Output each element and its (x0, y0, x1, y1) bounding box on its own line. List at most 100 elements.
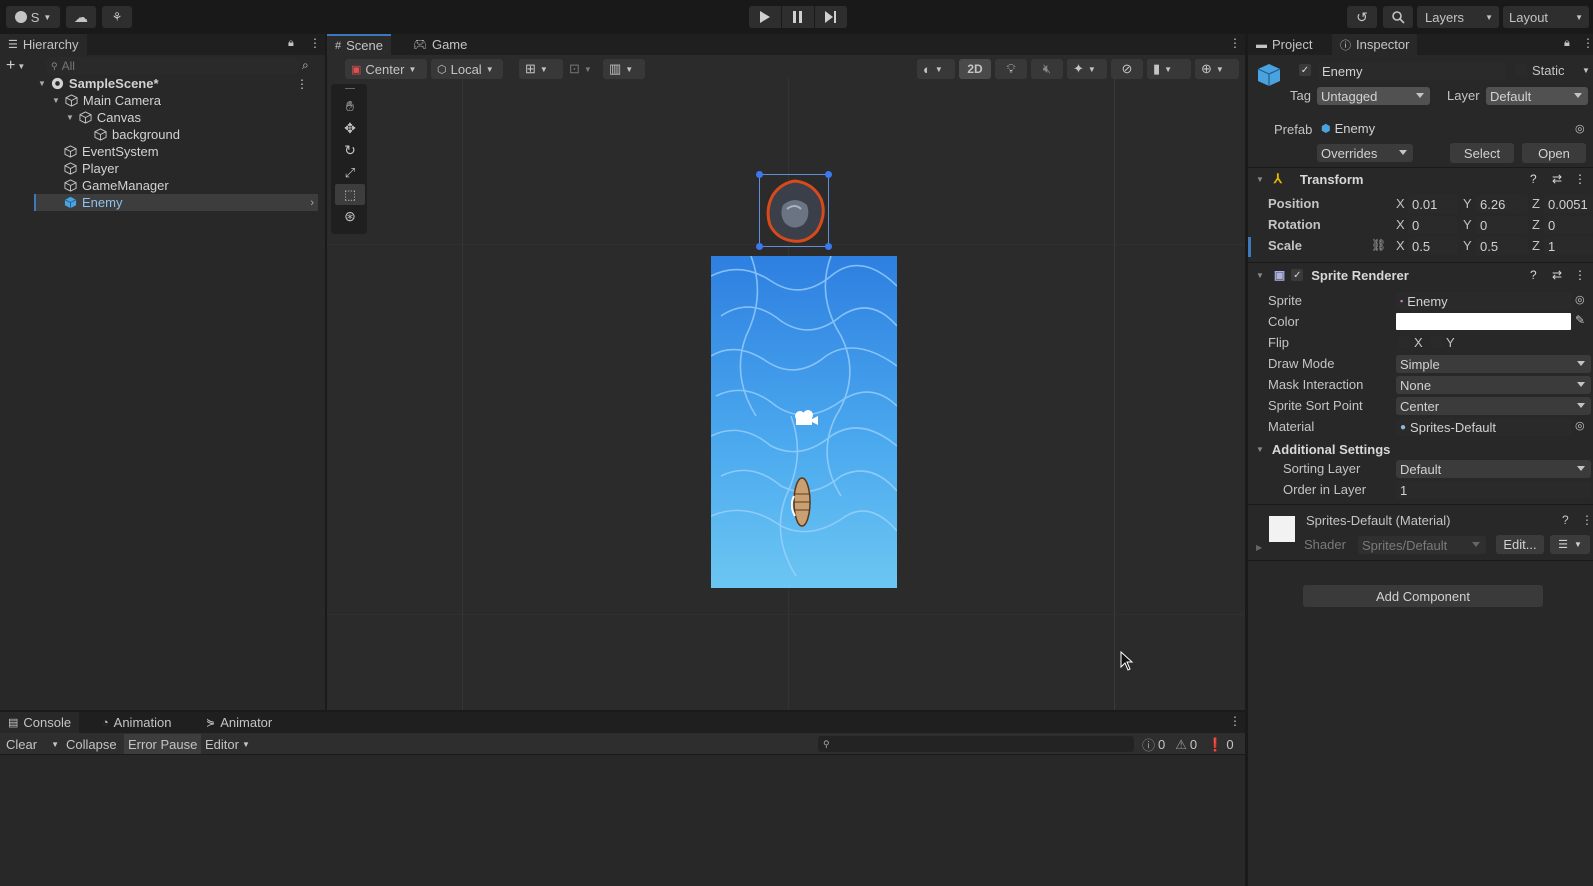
audio-toggle[interactable]: 🔇︎ (1031, 59, 1063, 79)
mask-interaction-dropdown[interactable]: None (1396, 376, 1591, 394)
splitter[interactable] (1245, 34, 1248, 886)
sorting-layer-dropdown[interactable]: Default (1396, 460, 1591, 478)
grid-toggle-dropdown[interactable]: ⊡ ▼ (563, 59, 599, 79)
collab-button[interactable]: ⚘ (102, 6, 132, 28)
layers-dropdown[interactable]: Layers ▼ (1417, 6, 1499, 28)
rotation-y-field[interactable]: 0 (1476, 216, 1528, 234)
scene-row[interactable]: ▼ SampleScene* ⋮ (0, 75, 318, 92)
resize-handle[interactable] (756, 243, 763, 250)
more-icon[interactable]: ⋮ (1574, 268, 1586, 282)
open-button[interactable]: Open (1522, 143, 1586, 163)
hierarchy-item-gamemanager[interactable]: GameManager (0, 177, 318, 194)
hierarchy-item-player[interactable]: Player (0, 160, 318, 177)
transform-tool[interactable]: ⊛ (335, 206, 365, 227)
shading-mode-dropdown[interactable]: ◐ ▼ (917, 59, 955, 79)
eyedropper-icon[interactable]: ✎ (1575, 313, 1585, 327)
more-icon[interactable]: ⋮ (1229, 36, 1241, 50)
shader-dropdown[interactable]: Sprites/Default (1358, 536, 1486, 554)
more-icon[interactable]: ⋮ (1574, 172, 1586, 186)
history-button[interactable]: ↺ (1347, 6, 1377, 28)
move-tool[interactable]: ✥ (335, 118, 365, 139)
mode-2d-toggle[interactable]: 2D (959, 59, 991, 79)
splitter[interactable] (0, 710, 1245, 712)
prefab-field[interactable]: ⬢ Enemy (1321, 121, 1375, 136)
tab-project[interactable]: ▬ Project (1248, 34, 1320, 55)
gizmos-dropdown[interactable]: ⊕ ▼ (1195, 59, 1239, 79)
tab-inspector[interactable]: ⓘ Inspector (1332, 34, 1418, 55)
tab-animation[interactable]: ◔ Animation (94, 712, 179, 733)
sprite-renderer-header[interactable]: ▼ ▣ ✓ Sprite Renderer ? ⇄ ⋮ (1248, 264, 1593, 286)
hierarchy-search[interactable]: ⚲ (45, 57, 300, 75)
position-x-field[interactable]: 0.01 (1408, 195, 1458, 213)
transform-header[interactable]: ▼ ⅄ Transform ? ⇄ ⋮ (1248, 168, 1593, 190)
hierarchy-search-input[interactable] (61, 59, 262, 73)
position-z-field[interactable]: 0.0051 (1544, 195, 1593, 213)
rotation-z-field[interactable]: 0 (1544, 216, 1593, 234)
target-icon[interactable]: ◎ (1575, 419, 1585, 432)
error-pause-toggle[interactable]: Error Pause (124, 734, 202, 754)
clear-dropdown[interactable]: Clear ▼ (6, 735, 59, 753)
rotation-x-field[interactable]: 0 (1408, 216, 1458, 234)
visibility-toggle[interactable]: ⊘ (1111, 59, 1143, 79)
rect-tool[interactable]: ⬚ (335, 184, 365, 205)
resize-handle[interactable] (756, 171, 763, 178)
log-filter[interactable]: ⓘ 0 (1142, 735, 1165, 754)
scale-x-field[interactable]: 0.5 (1408, 237, 1458, 255)
material-field[interactable]: ● Sprites-Default (1396, 418, 1572, 436)
pivot-center-dropdown[interactable]: ▣ Center ▼ (345, 59, 427, 79)
editor-dropdown[interactable]: Editor ▼ (205, 735, 250, 753)
static-checkbox[interactable] (1515, 64, 1527, 76)
scale-tool[interactable]: ⤢ (335, 162, 365, 183)
select-button[interactable]: Select (1450, 143, 1514, 163)
help-icon[interactable]: ? (1530, 172, 1537, 186)
link-icon[interactable]: ⛓︎ (1371, 238, 1386, 252)
cloud-button[interactable]: ☁ (66, 6, 96, 28)
tab-animator[interactable]: ⋟ Animator (198, 712, 280, 733)
shader-edit-button[interactable]: Edit... (1496, 535, 1544, 554)
more-icon[interactable]: ⋮ (1582, 36, 1593, 50)
additional-settings-foldout[interactable]: ▼ Additional Settings (1256, 439, 1390, 459)
shader-options-dropdown[interactable]: ☰ ▼ (1550, 535, 1590, 554)
sprite-field[interactable]: ▪ Enemy (1396, 292, 1572, 310)
collapse-toggle[interactable]: Collapse (66, 735, 117, 753)
position-y-field[interactable]: 6.26 (1476, 195, 1528, 213)
target-icon[interactable]: ◎ (1575, 293, 1585, 306)
resize-handle[interactable] (825, 171, 832, 178)
order-in-layer-field[interactable]: 1 (1396, 481, 1591, 499)
hierarchy-item-enemy[interactable]: Enemy › (34, 194, 318, 211)
flip-y-checkbox[interactable] (1431, 336, 1443, 348)
drag-handle[interactable] (345, 88, 355, 89)
resize-handle[interactable] (825, 243, 832, 250)
effects-dropdown[interactable]: ✦ ▼ (1067, 59, 1107, 79)
enemy-selection-rect[interactable] (756, 171, 832, 250)
layout-dropdown[interactable]: Layout ▼ (1503, 6, 1589, 28)
color-swatch[interactable] (1396, 313, 1571, 330)
grid-snap-dropdown[interactable]: ⊞ ▼ (519, 59, 563, 79)
scale-y-field[interactable]: 0.5 (1476, 237, 1528, 255)
snap-increment-dropdown[interactable]: ▥ ▼ (603, 59, 645, 79)
lighting-toggle[interactable]: 💡︎ (995, 59, 1027, 79)
search-button[interactable] (1383, 6, 1413, 28)
active-checkbox[interactable]: ✓ (1299, 64, 1311, 76)
presets-icon[interactable]: ⇄ (1552, 172, 1562, 186)
presets-icon[interactable]: ⇄ (1552, 268, 1562, 282)
pause-button[interactable] (782, 6, 814, 28)
hierarchy-item-background[interactable]: background (0, 126, 318, 143)
tab-game[interactable]: 🎮︎ Game (405, 34, 475, 55)
splitter[interactable] (325, 34, 327, 710)
warning-filter[interactable]: ⚠ 0 (1175, 737, 1197, 753)
error-filter[interactable]: ❗ 0 (1207, 737, 1233, 753)
enemy-sprite[interactable] (763, 177, 827, 245)
tab-scene[interactable]: # Scene (327, 34, 391, 55)
tab-console[interactable]: ▤ Console (0, 712, 80, 733)
add-component-button[interactable]: Add Component (1303, 585, 1543, 607)
more-icon[interactable]: ⋮ (1229, 714, 1241, 728)
play-button[interactable] (749, 6, 781, 28)
help-icon[interactable]: ? (1530, 268, 1537, 282)
overrides-dropdown[interactable]: Overrides (1317, 144, 1413, 162)
chevron-down-icon[interactable]: ▼ (1582, 66, 1590, 75)
account-dropdown[interactable]: S ▼ (6, 6, 60, 28)
more-icon[interactable]: ⋮ (309, 36, 321, 50)
lock-icon[interactable]: 🔒︎ (288, 37, 294, 50)
scene-search-icon[interactable]: ⌕ (302, 58, 309, 73)
